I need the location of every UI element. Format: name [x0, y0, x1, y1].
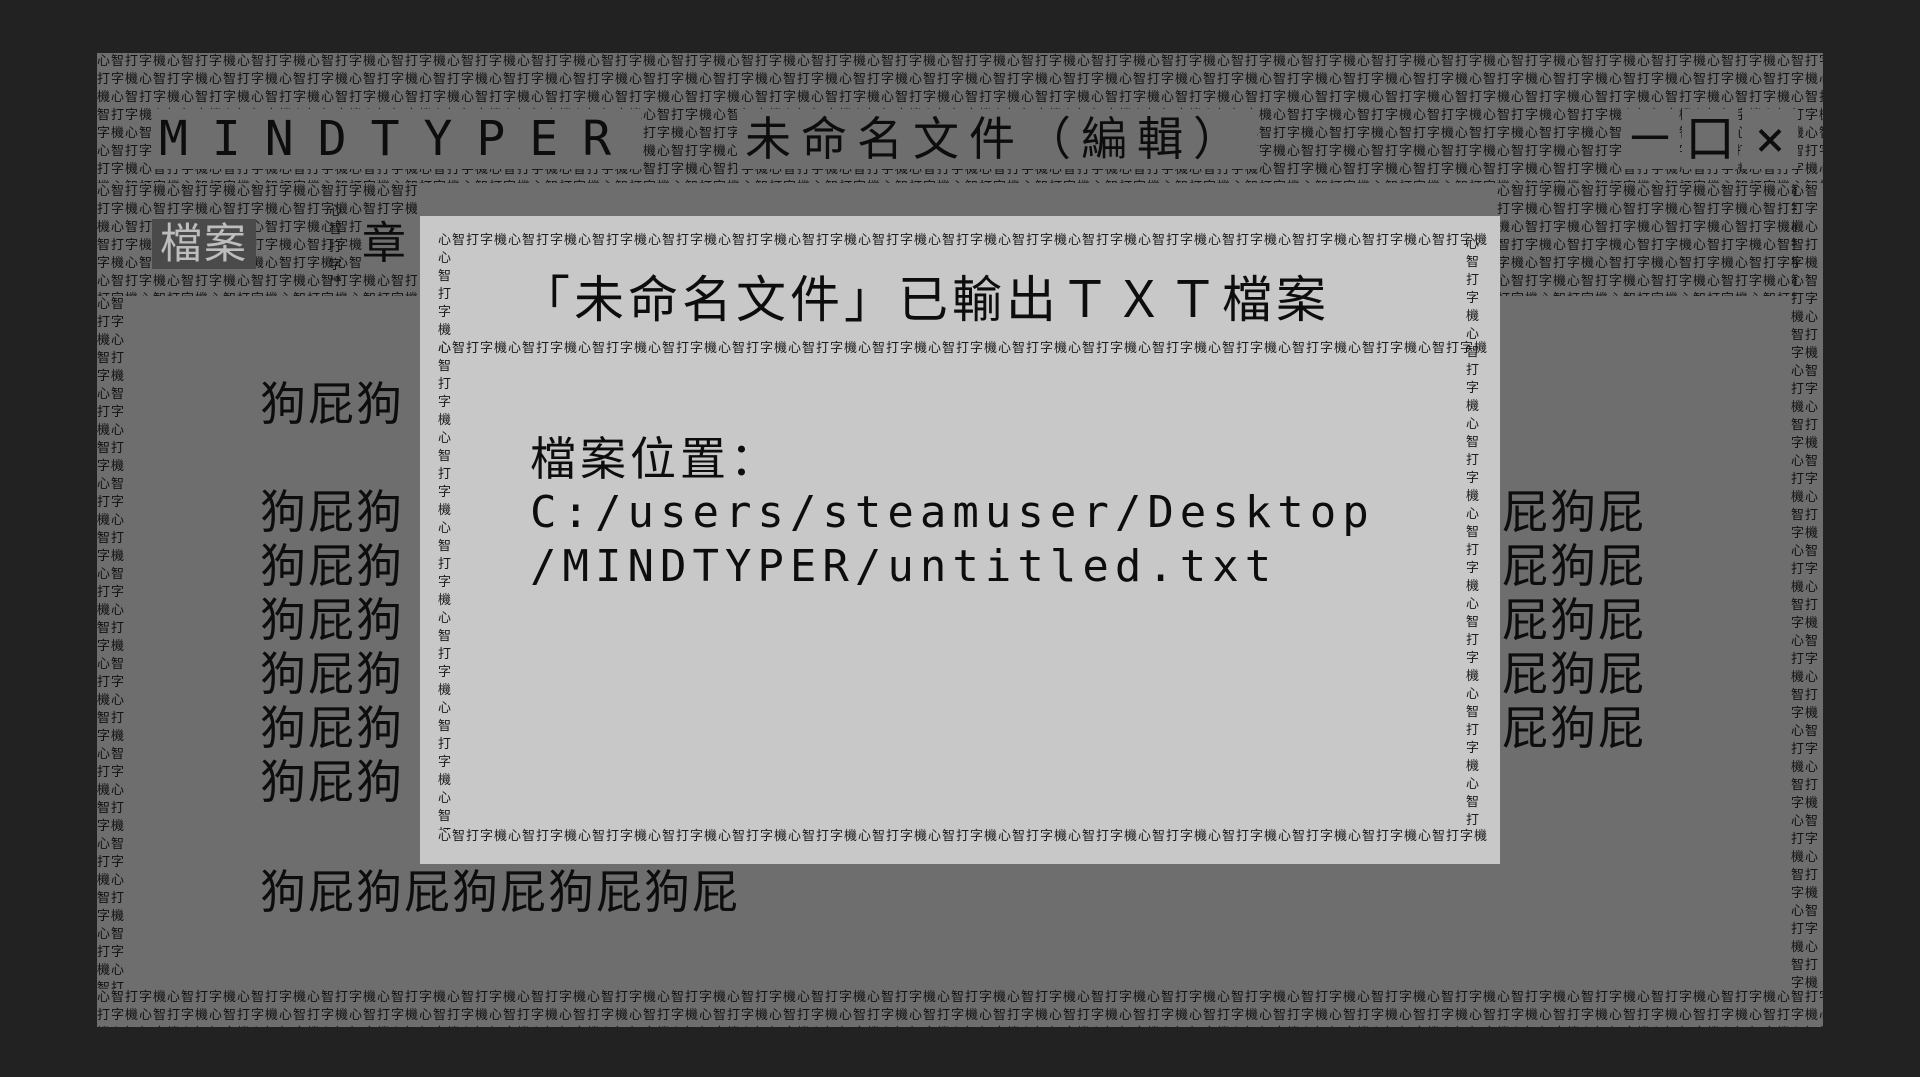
dialog-top-border-pattern: 心智打字機心智打字機心智打字機心智打字機心智打字機心智打字機心智打字機心智打字機…: [438, 233, 1488, 248]
editor-line-right: 屁狗屁: [1502, 539, 1646, 593]
editor-line: 狗屁狗: [260, 647, 404, 701]
dialog-left-border-pattern: 心智打字機心智打字機心智打字機心智打字機心智打字機心智打字機心智打字機心智打字機…: [438, 251, 453, 830]
right-border-pattern: 心智打字機心智打字機心智打字機心智打字機心智打字機心智打字機心智打字機心智打字機…: [1791, 184, 1820, 989]
editor-line-right: 屁狗屁: [1502, 593, 1646, 647]
dialog-right-border-pattern: 心智打字機心智打字機心智打字機心智打字機心智打字機心智打字機心智打字機心智打字機…: [1466, 237, 1481, 828]
dialog-bottom-border-pattern: 心智打字機心智打字機心智打字機心智打字機心智打字機心智打字機心智打字機心智打字機…: [438, 829, 1488, 844]
editor-line: 狗屁狗: [260, 539, 404, 593]
editor-line-right: 屁狗屁: [1502, 647, 1646, 701]
editor-line: 狗屁狗: [260, 701, 404, 755]
editor-line: 狗屁狗: [260, 593, 404, 647]
maximize-button[interactable]: 口: [1682, 109, 1738, 169]
export-dialog[interactable]: 心智打字機心智打字機心智打字機心智打字機心智打字機心智打字機心智打字機心智打字機…: [420, 216, 1500, 864]
right-top-pattern: 心智打字機心智打字機心智打字機心智打字機心智打字機心智打字機 打字機心智打字機心…: [1497, 184, 1797, 296]
dialog-title-separator-pattern: 心智打字機心智打字機心智打字機心智打字機心智打字機心智打字機心智打字機心智打字機…: [438, 341, 1488, 356]
file-location-label: 檔案位置：: [530, 432, 780, 486]
file-path-line1: C:/users/steamuser/Desktop: [530, 487, 1375, 538]
editor-line-right: 屁狗屁: [1502, 701, 1646, 755]
document-title: 未命名文件（編輯）: [737, 109, 1257, 169]
editor-line: 狗屁狗屁狗屁狗屁狗屁: [260, 865, 740, 919]
file-path-line2: /MINDTYPER/untitled.txt: [530, 541, 1278, 592]
bottom-border-pattern: 心智打字機心智打字機心智打字機心智打字機心智打字機心智打字機心智打字機心智打字機…: [97, 990, 1823, 1027]
editor-line: 狗屁狗: [260, 377, 404, 431]
editor-line: 狗屁狗: [260, 755, 404, 809]
dialog-title: 「未命名文件」已輸出ＴＸＴ檔案: [520, 268, 1330, 332]
close-button[interactable]: ×: [1742, 109, 1798, 169]
editor-line-right: 屁狗屁: [1502, 485, 1646, 539]
minimize-button[interactable]: －: [1622, 109, 1678, 169]
menu-divider-pattern: 心智打字機心智打字機心智打字機心智打字機心智打字機心智打字機心智打字機心智打字機…: [329, 204, 343, 281]
menu-chapter[interactable]: 章: [362, 219, 417, 269]
title-bar: 心智打字機心智打字機心智打字機心智打字機心智打字機心智打字機心智打字機心智打字機…: [97, 53, 1823, 183]
menu-file[interactable]: 檔案: [152, 219, 256, 269]
editor-line: 狗屁狗: [260, 485, 404, 539]
left-border-pattern: 心智打字機心智打字機心智打字機心智打字機心智打字機心智打字機心智打字機心智打字機…: [97, 297, 126, 989]
app-name: MINDTYPER: [153, 109, 642, 169]
